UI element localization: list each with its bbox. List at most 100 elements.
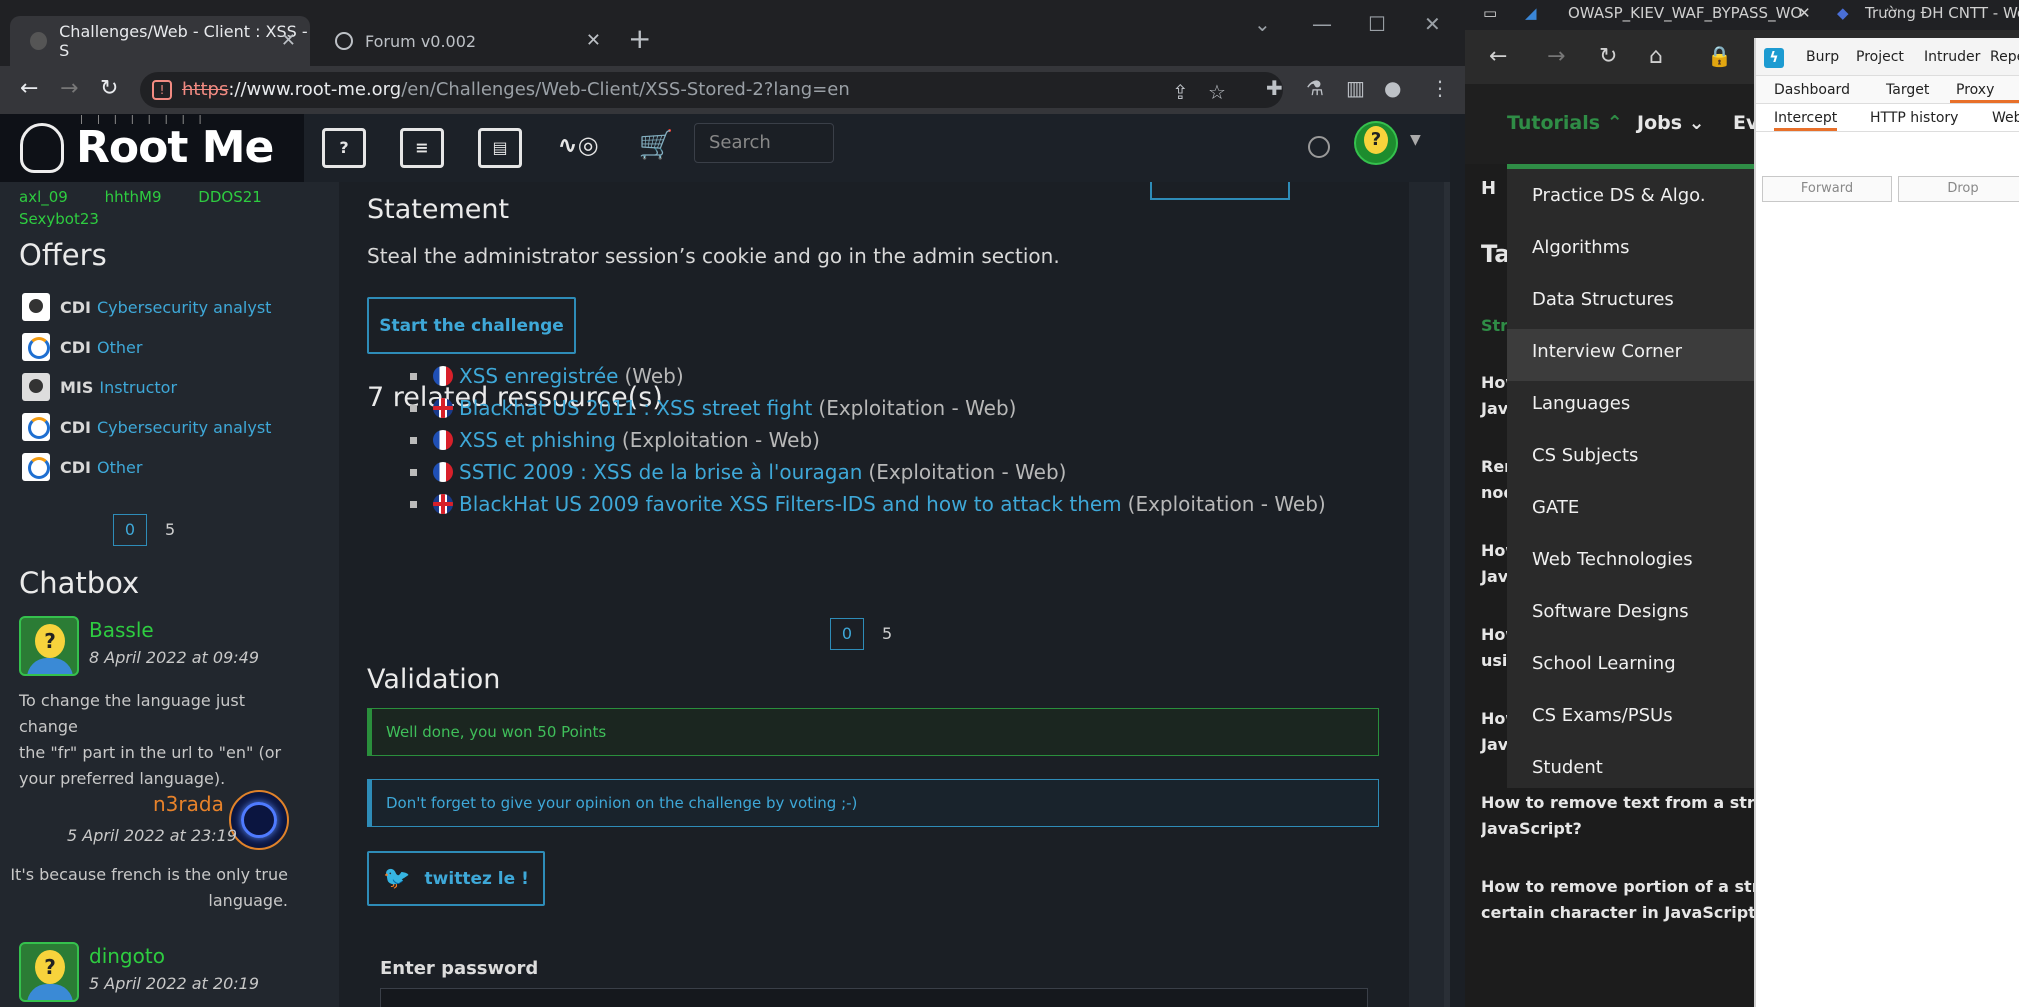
page-current[interactable]: 0 [830,618,864,650]
back-icon[interactable]: ← [1489,44,1507,69]
statement-text: Steal the administrator session’s cookie… [367,244,1060,268]
offer-item[interactable]: CDI Cybersecurity analyst [22,412,271,442]
tab-rootme[interactable]: Challenges/Web - Client : XSS - S ✕ [10,16,310,66]
menu-repeater[interactable]: Repe [1990,49,2019,65]
new-tab-icon[interactable]: + [628,22,651,55]
dropdown-item[interactable]: Web Technologies [1532,549,1693,570]
forward-button[interactable]: Forward [1762,176,1892,202]
offer-item[interactable]: CDI Cybersecurity analyst [22,292,271,322]
close-tab-icon[interactable]: ✕ [586,30,601,51]
reload-icon[interactable]: ↻ [100,76,118,101]
shop-cart-icon[interactable]: 🛒 [634,128,678,168]
tab-dashboard[interactable]: Dashboard [1774,82,1850,98]
chat-avatar[interactable] [229,790,289,850]
dropdown-item[interactable]: Student [1532,757,1603,778]
dropdown-item[interactable]: Languages [1532,393,1630,414]
dropdown-item[interactable]: GATE [1532,497,1579,518]
tab-target[interactable]: Target [1886,82,1929,98]
dropdown-item[interactable]: Software Designs [1532,601,1689,622]
home-icon[interactable]: ⌂ [1649,44,1663,69]
statement-title: Statement [367,194,510,225]
forward-icon[interactable]: → [1547,44,1565,69]
tab-intercept[interactable]: Intercept [1774,110,1838,131]
tab-proxy[interactable]: Proxy [1950,82,2019,103]
resource-link[interactable]: BlackHat US 2009 favorite XSS Filters-ID… [459,492,1122,516]
profile-icon[interactable]: ● [1384,76,1401,100]
resource-link[interactable]: XSS enregistrée [459,364,618,388]
nav-tutorials[interactable]: Tutorials ⌃ [1507,112,1623,134]
reload-icon[interactable]: ↻ [1599,44,1617,69]
tweet-button[interactable]: 🐦 twittez le ! [367,851,545,906]
search-input[interactable]: Search [694,123,834,163]
dropdown-item[interactable]: CS Subjects [1532,445,1638,466]
dropdown-item[interactable]: School Learning [1532,653,1676,674]
dropdown-item[interactable]: Data Structures [1532,289,1674,310]
tab-uit[interactable]: Trường ĐH CNTT - Web [1865,4,2019,22]
chat-username[interactable]: dingoto [89,944,165,968]
chat-avatar[interactable]: ? [19,616,79,676]
article-link[interactable]: How to remove portion of a string acerta… [1481,874,1761,926]
page-next[interactable]: 5 [882,624,892,643]
user-link[interactable]: DDOS21 [198,188,262,206]
menu-intruder[interactable]: Intruder [1924,49,1980,65]
minimize-icon[interactable]: — [1312,12,1332,36]
dropdown-item[interactable]: Interview Corner [1532,341,1682,362]
menu-burp[interactable]: Burp [1806,49,1839,65]
page-scrollbar[interactable] [1444,182,1450,1007]
resource-link[interactable]: XSS et phishing [459,428,616,452]
offer-item[interactable]: CDI Other [22,452,142,482]
tab-list-icon[interactable]: ▭ [1483,4,1497,22]
documentation-icon[interactable]: ≡ [400,128,444,168]
close-window-icon[interactable]: ✕ [1424,12,1441,36]
offer-item[interactable]: MIS Instructor [22,372,177,402]
user-link[interactable]: hhthM9 [105,188,162,206]
forward-icon[interactable]: → [60,76,78,101]
chat-username[interactable]: n3rada [153,792,224,816]
tab-owasp[interactable]: OWASP_KIEV_WAF_BYPASS_WO [1568,4,1802,22]
close-tab-icon[interactable]: ✕ [281,30,296,51]
side-panel-icon[interactable]: ▥ [1346,76,1365,100]
tab-http-history[interactable]: HTTP history [1870,110,1958,126]
labs-flask-icon[interactable]: ⚗ [1306,76,1324,100]
start-challenge-button[interactable]: Start the challenge [367,297,576,354]
news-icon[interactable]: ▤ [478,128,522,168]
drop-button[interactable]: Drop [1898,176,2019,202]
user-avatar[interactable]: ? [1354,121,1398,165]
menu-project[interactable]: Project [1856,49,1904,65]
menu-kebab-icon[interactable]: ⋮ [1430,76,1450,100]
tab-search-icon[interactable]: ⌄ [1254,12,1271,36]
chevron-down-icon[interactable]: ▼ [1410,132,1421,148]
not-secure-icon[interactable]: ! [152,80,172,100]
share-icon[interactable]: ⇪ [1172,80,1189,104]
faq-icon[interactable]: ? [322,128,366,168]
lock-icon[interactable]: 🔒 [1707,44,1732,68]
dropdown-item[interactable]: Practice DS & Algo. [1532,185,1706,206]
page-current[interactable]: 0 [113,514,147,546]
nav-jobs[interactable]: Jobs ⌄ [1637,112,1705,134]
dropdown-item[interactable]: Algorithms [1532,237,1630,258]
resource-link[interactable]: SSTIC 2009 : XSS de la brise à l'ouragan [459,460,862,484]
dropdown-item[interactable]: CS Exams/PSUs [1532,705,1673,726]
maximize-icon[interactable]: ☐ [1368,12,1386,36]
url-text[interactable]: https://www.root-me.org/en/Challenges/We… [182,79,850,100]
user-link[interactable]: axl_09 [19,188,68,206]
partial-button[interactable] [1150,182,1290,200]
radar-icon[interactable]: ∿◎ [556,128,600,168]
resource-link[interactable]: Blackhat US 2011 : XSS street fight [459,396,812,420]
back-icon[interactable]: ← [20,76,38,101]
offer-item[interactable]: CDI Other [22,332,142,362]
rootme-logo[interactable]: ǀǀǀǀǀǀǀǀ Root Me [0,114,304,182]
close-tab-icon[interactable]: ✕ [1798,4,1811,22]
tab-forum[interactable]: Forum v0.002 ✕ [315,16,615,66]
extensions-icon[interactable]: ✚ [1266,76,1283,100]
page-next[interactable]: 5 [165,520,175,539]
password-input[interactable] [380,988,1368,1007]
address-bar[interactable]: ! https://www.root-me.org/en/Challenges/… [140,72,1283,108]
chat-username[interactable]: Bassle [89,618,154,642]
article-link[interactable]: How to remove text from a string inJavaS… [1481,790,1761,842]
language-globe-icon[interactable] [1308,136,1330,158]
user-link[interactable]: Sexybot23 [19,210,99,228]
chat-avatar[interactable]: ? [19,942,79,1002]
tab-websockets[interactable]: Web [1992,110,2019,126]
bookmark-star-icon[interactable]: ☆ [1208,80,1226,104]
